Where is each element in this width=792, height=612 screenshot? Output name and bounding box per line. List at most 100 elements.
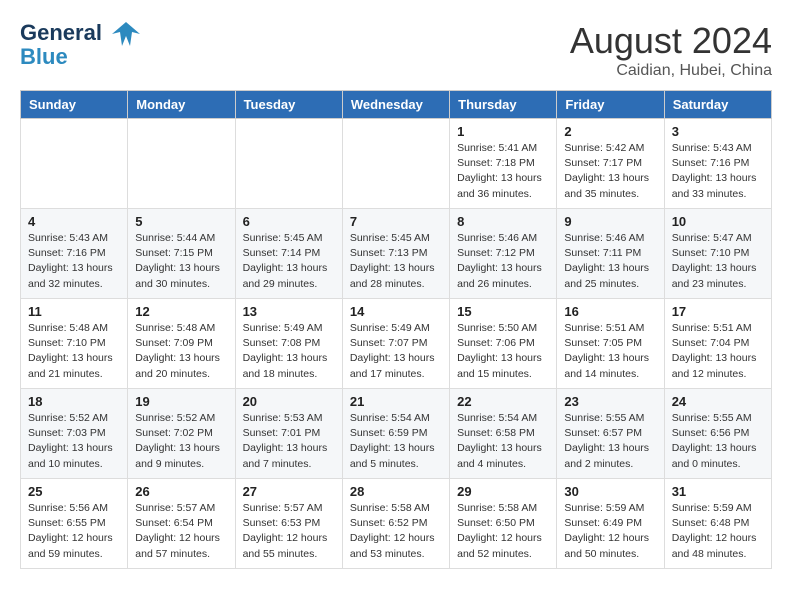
calendar-cell: 9 Sunrise: 5:46 AM Sunset: 7:11 PM Daylig… bbox=[557, 209, 664, 299]
title-block: August 2024 Caidian, Hubei, China bbox=[570, 20, 772, 80]
weekday-header-row: SundayMondayTuesdayWednesdayThursdayFrid… bbox=[21, 91, 772, 119]
day-number: 1 bbox=[457, 124, 549, 139]
calendar-cell: 3 Sunrise: 5:43 AM Sunset: 7:16 PM Daylig… bbox=[664, 119, 771, 209]
day-info: Sunrise: 5:59 AM Sunset: 6:48 PM Dayligh… bbox=[672, 501, 764, 562]
day-info: Sunrise: 5:57 AM Sunset: 6:54 PM Dayligh… bbox=[135, 501, 227, 562]
calendar-cell: 31 Sunrise: 5:59 AM Sunset: 6:48 PM Dayli… bbox=[664, 479, 771, 569]
calendar-cell: 4 Sunrise: 5:43 AM Sunset: 7:16 PM Daylig… bbox=[21, 209, 128, 299]
day-number: 12 bbox=[135, 304, 227, 319]
day-info: Sunrise: 5:52 AM Sunset: 7:02 PM Dayligh… bbox=[135, 411, 227, 472]
day-number: 19 bbox=[135, 394, 227, 409]
location-subtitle: Caidian, Hubei, China bbox=[570, 62, 772, 80]
calendar-cell: 26 Sunrise: 5:57 AM Sunset: 6:54 PM Dayli… bbox=[128, 479, 235, 569]
day-info: Sunrise: 5:43 AM Sunset: 7:16 PM Dayligh… bbox=[28, 231, 120, 292]
day-info: Sunrise: 5:49 AM Sunset: 7:07 PM Dayligh… bbox=[350, 321, 442, 382]
logo: General Blue bbox=[20, 20, 142, 70]
day-number: 4 bbox=[28, 214, 120, 229]
calendar-cell: 23 Sunrise: 5:55 AM Sunset: 6:57 PM Dayli… bbox=[557, 389, 664, 479]
day-number: 30 bbox=[564, 484, 656, 499]
day-info: Sunrise: 5:49 AM Sunset: 7:08 PM Dayligh… bbox=[243, 321, 335, 382]
logo-bird-icon bbox=[110, 20, 142, 48]
day-info: Sunrise: 5:53 AM Sunset: 7:01 PM Dayligh… bbox=[243, 411, 335, 472]
calendar-cell: 10 Sunrise: 5:47 AM Sunset: 7:10 PM Dayli… bbox=[664, 209, 771, 299]
day-number: 22 bbox=[457, 394, 549, 409]
day-info: Sunrise: 5:41 AM Sunset: 7:18 PM Dayligh… bbox=[457, 141, 549, 202]
day-number: 28 bbox=[350, 484, 442, 499]
calendar-cell: 14 Sunrise: 5:49 AM Sunset: 7:07 PM Dayli… bbox=[342, 299, 449, 389]
day-info: Sunrise: 5:42 AM Sunset: 7:17 PM Dayligh… bbox=[564, 141, 656, 202]
day-number: 13 bbox=[243, 304, 335, 319]
calendar-cell: 1 Sunrise: 5:41 AM Sunset: 7:18 PM Daylig… bbox=[450, 119, 557, 209]
day-number: 23 bbox=[564, 394, 656, 409]
logo-general: General bbox=[20, 20, 102, 45]
calendar-week-row: 1 Sunrise: 5:41 AM Sunset: 7:18 PM Daylig… bbox=[21, 119, 772, 209]
day-number: 29 bbox=[457, 484, 549, 499]
weekday-header-wednesday: Wednesday bbox=[342, 91, 449, 119]
day-number: 3 bbox=[672, 124, 764, 139]
day-number: 31 bbox=[672, 484, 764, 499]
day-number: 6 bbox=[243, 214, 335, 229]
calendar-cell: 29 Sunrise: 5:58 AM Sunset: 6:50 PM Dayli… bbox=[450, 479, 557, 569]
calendar-cell: 12 Sunrise: 5:48 AM Sunset: 7:09 PM Dayli… bbox=[128, 299, 235, 389]
day-info: Sunrise: 5:55 AM Sunset: 6:56 PM Dayligh… bbox=[672, 411, 764, 472]
day-info: Sunrise: 5:57 AM Sunset: 6:53 PM Dayligh… bbox=[243, 501, 335, 562]
day-number: 11 bbox=[28, 304, 120, 319]
calendar-cell: 15Sunrise: 5:50 AM Sunset: 7:06 PM Dayli… bbox=[450, 299, 557, 389]
calendar-week-row: 25Sunrise: 5:56 AM Sunset: 6:55 PM Dayli… bbox=[21, 479, 772, 569]
day-info: Sunrise: 5:54 AM Sunset: 6:58 PM Dayligh… bbox=[457, 411, 549, 472]
calendar-cell: 25Sunrise: 5:56 AM Sunset: 6:55 PM Dayli… bbox=[21, 479, 128, 569]
day-info: Sunrise: 5:58 AM Sunset: 6:50 PM Dayligh… bbox=[457, 501, 549, 562]
calendar-cell: 22 Sunrise: 5:54 AM Sunset: 6:58 PM Dayli… bbox=[450, 389, 557, 479]
day-info: Sunrise: 5:55 AM Sunset: 6:57 PM Dayligh… bbox=[564, 411, 656, 472]
calendar-cell: 30 Sunrise: 5:59 AM Sunset: 6:49 PM Dayli… bbox=[557, 479, 664, 569]
calendar-cell: 18Sunrise: 5:52 AM Sunset: 7:03 PM Dayli… bbox=[21, 389, 128, 479]
day-number: 10 bbox=[672, 214, 764, 229]
weekday-header-monday: Monday bbox=[128, 91, 235, 119]
day-number: 26 bbox=[135, 484, 227, 499]
day-number: 9 bbox=[564, 214, 656, 229]
calendar-cell: 17Sunrise: 5:51 AM Sunset: 7:04 PM Dayli… bbox=[664, 299, 771, 389]
calendar-cell: 24 Sunrise: 5:55 AM Sunset: 6:56 PM Dayli… bbox=[664, 389, 771, 479]
day-number: 5 bbox=[135, 214, 227, 229]
calendar-cell: 8Sunrise: 5:46 AM Sunset: 7:12 PM Daylig… bbox=[450, 209, 557, 299]
calendar-table: SundayMondayTuesdayWednesdayThursdayFrid… bbox=[20, 90, 772, 569]
calendar-cell: 20 Sunrise: 5:53 AM Sunset: 7:01 PM Dayli… bbox=[235, 389, 342, 479]
calendar-cell: 19 Sunrise: 5:52 AM Sunset: 7:02 PM Dayli… bbox=[128, 389, 235, 479]
day-info: Sunrise: 5:52 AM Sunset: 7:03 PM Dayligh… bbox=[28, 411, 120, 472]
day-number: 14 bbox=[350, 304, 442, 319]
calendar-cell bbox=[342, 119, 449, 209]
calendar-cell: 16 Sunrise: 5:51 AM Sunset: 7:05 PM Dayli… bbox=[557, 299, 664, 389]
calendar-cell: 28 Sunrise: 5:58 AM Sunset: 6:52 PM Dayli… bbox=[342, 479, 449, 569]
month-year-title: August 2024 bbox=[570, 20, 772, 62]
day-info: Sunrise: 5:46 AM Sunset: 7:11 PM Dayligh… bbox=[564, 231, 656, 292]
calendar-cell: 6Sunrise: 5:45 AM Sunset: 7:14 PM Daylig… bbox=[235, 209, 342, 299]
day-number: 27 bbox=[243, 484, 335, 499]
day-info: Sunrise: 5:48 AM Sunset: 7:09 PM Dayligh… bbox=[135, 321, 227, 382]
calendar-week-row: 18Sunrise: 5:52 AM Sunset: 7:03 PM Dayli… bbox=[21, 389, 772, 479]
day-number: 17 bbox=[672, 304, 764, 319]
day-number: 7 bbox=[350, 214, 442, 229]
calendar-week-row: 4 Sunrise: 5:43 AM Sunset: 7:16 PM Daylig… bbox=[21, 209, 772, 299]
calendar-cell: 27 Sunrise: 5:57 AM Sunset: 6:53 PM Dayli… bbox=[235, 479, 342, 569]
weekday-header-thursday: Thursday bbox=[450, 91, 557, 119]
day-number: 25 bbox=[28, 484, 120, 499]
day-number: 15 bbox=[457, 304, 549, 319]
day-number: 21 bbox=[350, 394, 442, 409]
day-info: Sunrise: 5:43 AM Sunset: 7:16 PM Dayligh… bbox=[672, 141, 764, 202]
day-number: 20 bbox=[243, 394, 335, 409]
day-number: 2 bbox=[564, 124, 656, 139]
weekday-header-tuesday: Tuesday bbox=[235, 91, 342, 119]
day-info: Sunrise: 5:59 AM Sunset: 6:49 PM Dayligh… bbox=[564, 501, 656, 562]
calendar-cell: 5Sunrise: 5:44 AM Sunset: 7:15 PM Daylig… bbox=[128, 209, 235, 299]
calendar-cell bbox=[21, 119, 128, 209]
calendar-week-row: 11 Sunrise: 5:48 AM Sunset: 7:10 PM Dayli… bbox=[21, 299, 772, 389]
day-number: 16 bbox=[564, 304, 656, 319]
calendar-cell: 7Sunrise: 5:45 AM Sunset: 7:13 PM Daylig… bbox=[342, 209, 449, 299]
day-number: 24 bbox=[672, 394, 764, 409]
day-info: Sunrise: 5:54 AM Sunset: 6:59 PM Dayligh… bbox=[350, 411, 442, 472]
day-info: Sunrise: 5:51 AM Sunset: 7:05 PM Dayligh… bbox=[564, 321, 656, 382]
day-info: Sunrise: 5:58 AM Sunset: 6:52 PM Dayligh… bbox=[350, 501, 442, 562]
day-number: 8 bbox=[457, 214, 549, 229]
day-info: Sunrise: 5:47 AM Sunset: 7:10 PM Dayligh… bbox=[672, 231, 764, 292]
day-info: Sunrise: 5:48 AM Sunset: 7:10 PM Dayligh… bbox=[28, 321, 120, 382]
